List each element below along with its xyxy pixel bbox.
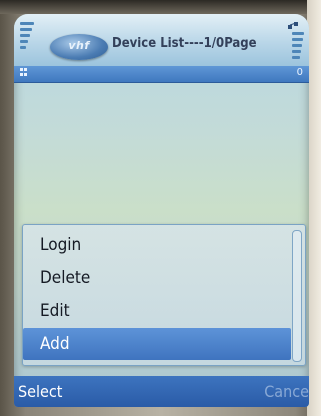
- app-logo-text: vhf: [68, 39, 90, 52]
- options-menu: Login Delete Edit Add: [22, 224, 306, 366]
- menu-item-delete[interactable]: Delete: [23, 262, 291, 294]
- menu-item-login[interactable]: Login: [23, 229, 291, 261]
- title-bar: vhf Device List----1/0Page: [14, 14, 309, 66]
- page-title: Device List----1/0Page: [112, 36, 257, 51]
- input-mode-icon: [19, 67, 29, 82]
- battery-icon: [292, 32, 304, 62]
- select-softkey[interactable]: Select: [18, 382, 62, 401]
- network-icon: [287, 20, 303, 30]
- menu-item-add[interactable]: Add: [23, 328, 291, 360]
- app-logo: vhf: [50, 34, 108, 60]
- menu-item-edit[interactable]: Edit: [23, 295, 291, 327]
- softkey-bar: Select Cance: [14, 376, 309, 407]
- phone-screen: vhf Device List----1/0Page 0 Login Delet…: [14, 14, 309, 407]
- cancel-softkey[interactable]: Cance: [264, 382, 309, 401]
- phone-bezel-top: [0, 0, 321, 14]
- item-count: 0: [296, 67, 303, 78]
- phone-bezel-right: [307, 0, 321, 416]
- signal-strength-icon: [20, 22, 34, 62]
- status-bar: 0: [14, 66, 309, 83]
- menu-scrollbar[interactable]: [292, 230, 302, 362]
